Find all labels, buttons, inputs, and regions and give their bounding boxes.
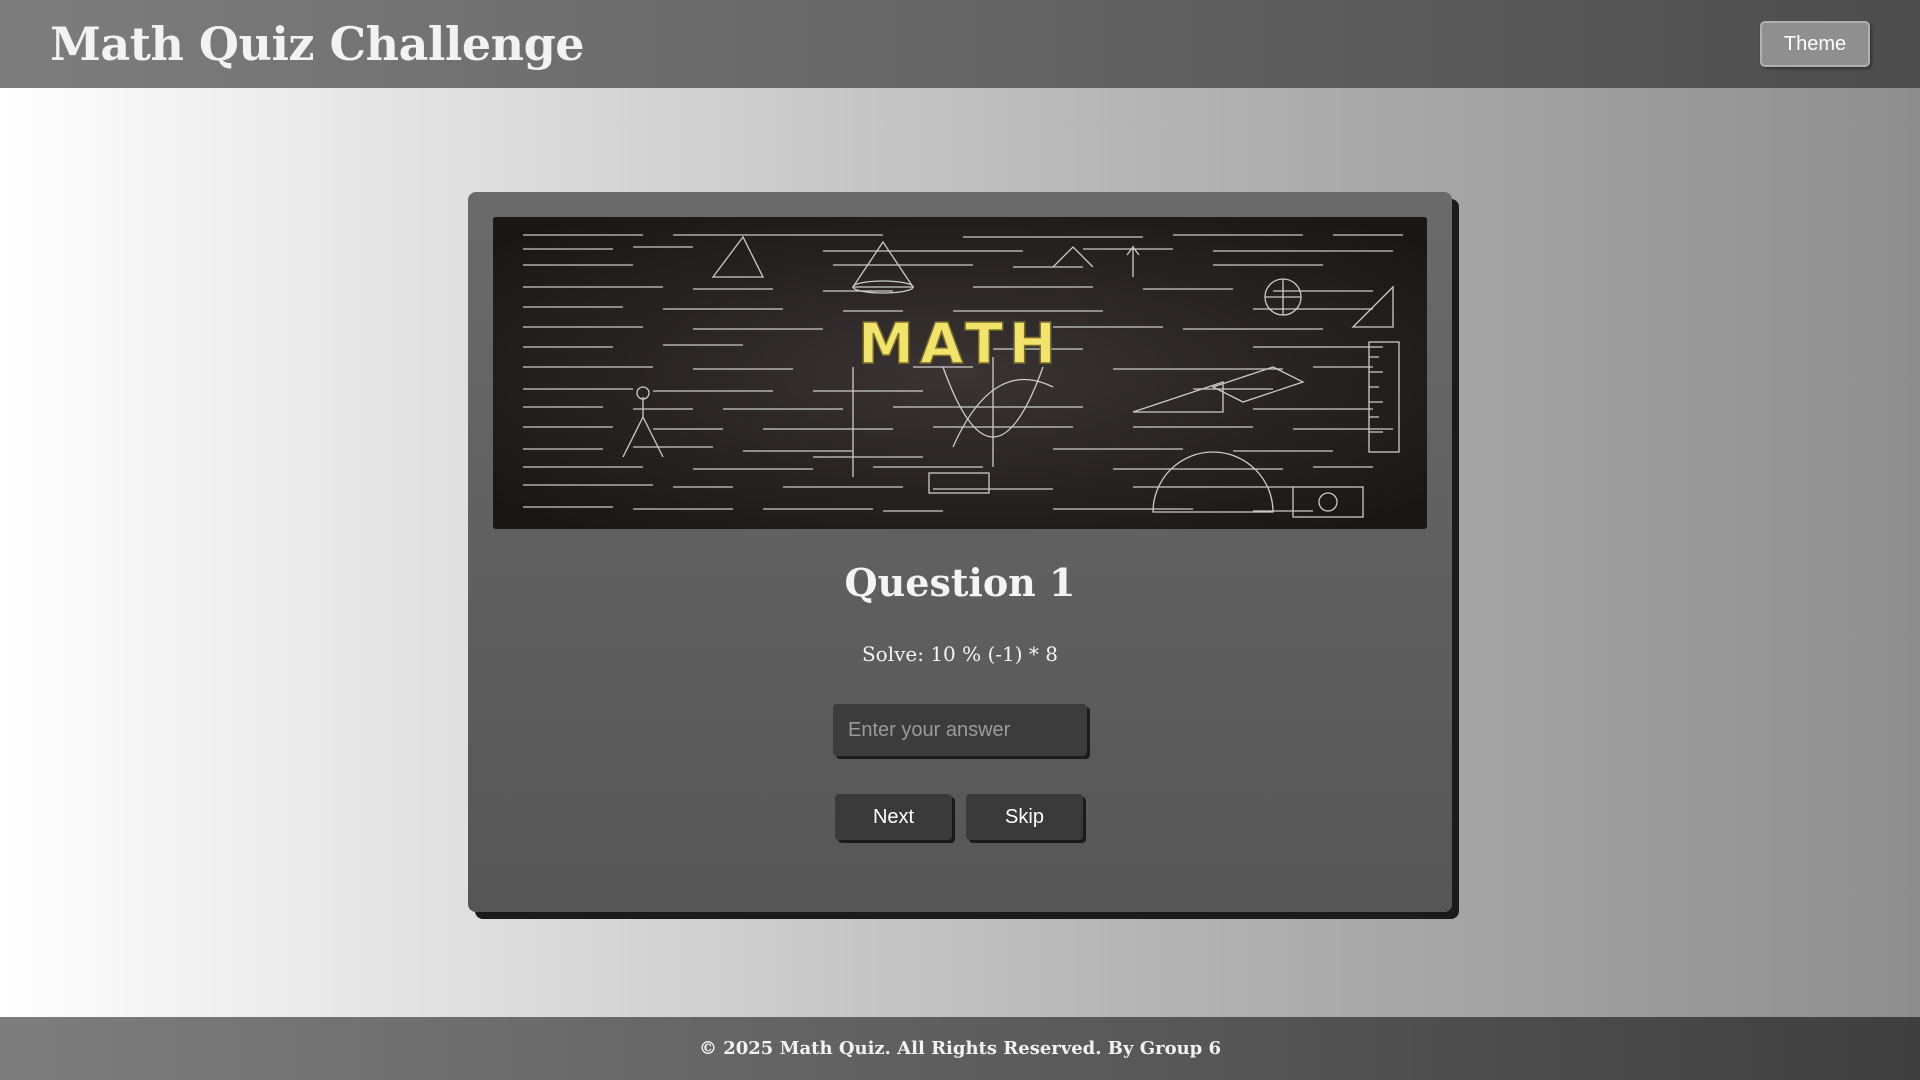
math-banner-image: MATH bbox=[493, 217, 1427, 529]
header-bar: Math Quiz Challenge Theme bbox=[0, 0, 1920, 88]
site-title: Math Quiz Challenge bbox=[50, 17, 585, 71]
skip-button[interactable]: Skip bbox=[966, 794, 1083, 840]
chalkboard-illustration: MATH bbox=[493, 217, 1427, 529]
theme-button[interactable]: Theme bbox=[1760, 21, 1870, 67]
footer-copyright: © 2025 Math Quiz. All Rights Reserved. B… bbox=[698, 1038, 1222, 1059]
banner-word: MATH bbox=[858, 312, 1062, 377]
next-button[interactable]: Next bbox=[835, 794, 952, 840]
question-title: Question 1 bbox=[844, 560, 1076, 605]
answer-input[interactable] bbox=[833, 704, 1087, 756]
footer-bar: © 2025 Math Quiz. All Rights Reserved. B… bbox=[0, 1017, 1920, 1080]
quiz-card: MATH Question 1 Solve: 10 % (-1) * 8 Nex… bbox=[468, 192, 1452, 912]
question-text: Solve: 10 % (-1) * 8 bbox=[861, 642, 1059, 666]
